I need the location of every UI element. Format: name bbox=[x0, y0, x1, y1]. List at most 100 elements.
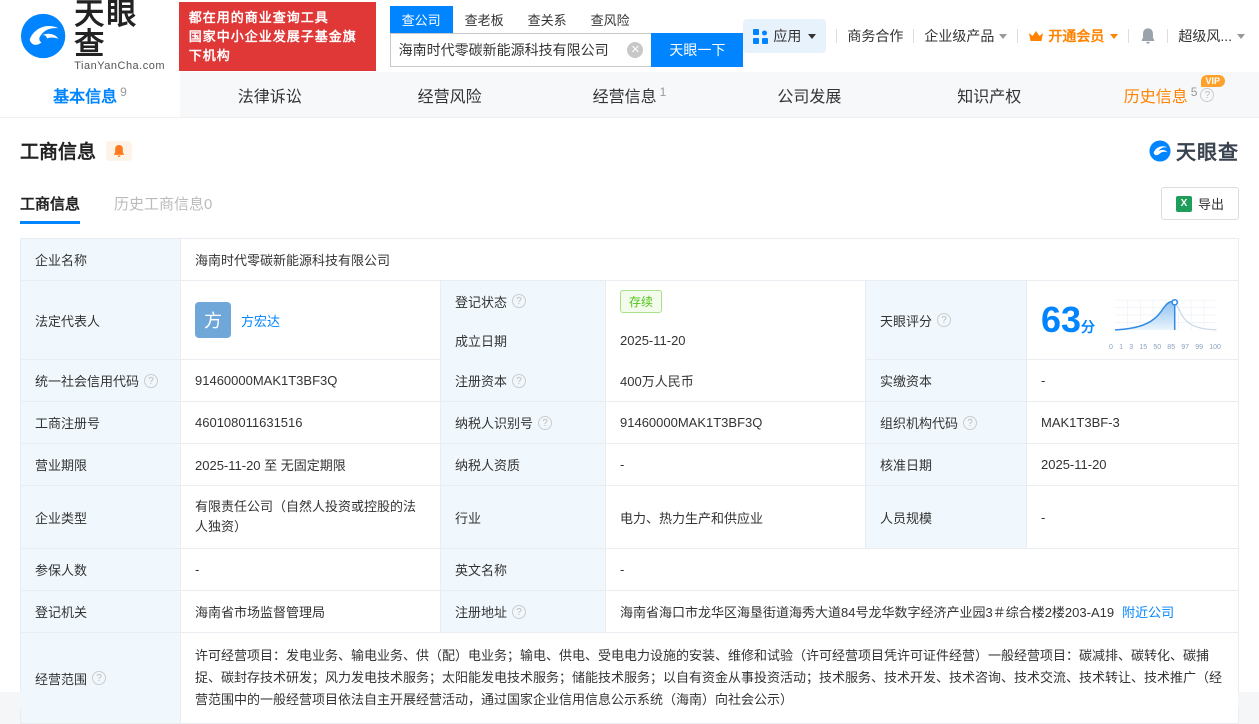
approval-date-label: 核准日期 bbox=[866, 444, 1027, 485]
help-icon[interactable]: ? bbox=[512, 294, 527, 308]
search-button[interactable]: 天眼一下 bbox=[651, 32, 744, 67]
tab-operating-risk[interactable]: 经营风险 bbox=[360, 72, 540, 117]
tab-basic-info[interactable]: 基本信息 9 bbox=[0, 72, 180, 117]
tab-operating-info[interactable]: 经营信息 1 bbox=[540, 72, 720, 117]
table-row: 营业期限 2025-11-20 至 无固定期限 纳税人资质 - 核准日期 202… bbox=[21, 444, 1238, 486]
reg-capital-value: 400万人民币 bbox=[606, 360, 866, 401]
industry-value: 电力、热力生产和供应业 bbox=[606, 486, 866, 548]
status-badge: 存续 bbox=[620, 289, 663, 313]
establish-date-label: 成立日期 bbox=[441, 320, 606, 360]
business-term-value: 2025-11-20 至 无固定期限 bbox=[181, 444, 441, 485]
staff-size-value: - bbox=[1027, 486, 1238, 548]
chevron-down-icon bbox=[1237, 33, 1245, 39]
help-icon[interactable]: ? bbox=[512, 373, 527, 388]
reg-authority-label: 登记机关 bbox=[21, 591, 181, 632]
search-area: 查公司 查老板 查关系 查风险 ✕ 天眼一下 bbox=[389, 5, 744, 67]
help-icon[interactable]: ? bbox=[92, 671, 107, 685]
tianyancha-watermark: 天眼查 bbox=[1149, 136, 1239, 165]
page: 天眼查 TianYanCha.com 都在用的商业查询工具 国家中小企业发展子基… bbox=[0, 0, 1259, 724]
super-risk-menu[interactable]: 超级风... bbox=[1178, 26, 1245, 46]
subtab-business-info[interactable]: 工商信息 bbox=[20, 193, 81, 224]
company-type-value: 有限责任公司（自然人投资或控股的法人独资） bbox=[181, 486, 441, 548]
search-input-box: ✕ bbox=[389, 32, 652, 67]
company-name-value: 海南时代零碳新能源科技有限公司 bbox=[181, 239, 1238, 280]
paid-capital-label: 实缴资本 bbox=[866, 360, 1027, 401]
reg-number-label: 工商注册号 bbox=[21, 402, 181, 443]
search-tab-relation[interactable]: 查关系 bbox=[516, 6, 579, 33]
section-title: 工商信息 bbox=[20, 142, 97, 163]
chevron-down-icon bbox=[808, 33, 817, 39]
business-cooperation-link[interactable]: 商务合作 bbox=[847, 26, 903, 46]
industry-label: 行业 bbox=[441, 486, 606, 548]
staff-size-label: 人员规模 bbox=[866, 486, 1027, 548]
vip-badge: VIP bbox=[1200, 75, 1226, 87]
reg-authority-value: 海南省市场监督管理局 bbox=[181, 591, 441, 632]
table-row: 参保人数 - 英文名称 - bbox=[21, 549, 1238, 591]
business-term-label: 营业期限 bbox=[21, 444, 181, 485]
reg-status-value: 存续 bbox=[606, 281, 866, 321]
taxpayer-id-value: 91460000MAK1T3BF3Q bbox=[606, 402, 866, 443]
org-code-value: MAK1T3BF-3 bbox=[1027, 402, 1238, 443]
monitor-bell-button[interactable] bbox=[106, 140, 133, 161]
open-vip-menu[interactable]: 开通会员 bbox=[1028, 26, 1119, 46]
reg-number-value: 460108011631516 bbox=[181, 402, 441, 443]
apps-menu[interactable]: 应用 bbox=[743, 19, 827, 53]
tianyancha-logo[interactable]: 天眼查 TianYanCha.com bbox=[20, 0, 167, 72]
bell-icon bbox=[1142, 28, 1155, 44]
score-value: 63分 0 1 3 15 50 85 97 99 100 bbox=[1027, 281, 1238, 359]
chevron-down-icon bbox=[999, 33, 1008, 39]
help-icon[interactable]: ? bbox=[144, 373, 159, 388]
insured-value: - bbox=[181, 549, 441, 590]
clear-search-icon[interactable]: ✕ bbox=[627, 41, 644, 58]
business-scope-label: 经营范围 ? bbox=[21, 633, 181, 723]
table-row: 统一社会信用代码 ? 91460000MAK1T3BF3Q 注册资本 ? 400… bbox=[21, 360, 1238, 402]
score-axis-ticks: 0 1 3 15 50 85 97 99 100 bbox=[1109, 343, 1221, 351]
credit-code-value: 91460000MAK1T3BF3Q bbox=[181, 360, 441, 401]
score-label: 天眼评分 ? bbox=[866, 281, 1027, 359]
nearby-companies-link[interactable]: 附近公司 bbox=[1122, 602, 1174, 621]
tab-legal-proceedings[interactable]: 法律诉讼 bbox=[180, 72, 360, 117]
search-tab-boss[interactable]: 查老板 bbox=[453, 6, 516, 33]
tianyancha-logo-icon bbox=[1149, 139, 1171, 162]
table-row: 法定代表人 方 方宏达 登记状态 ? 存续 成立日期 2025-11-20 天眼… bbox=[21, 281, 1238, 360]
org-code-label: 组织机构代码 ? bbox=[866, 402, 1027, 443]
tab-company-development[interactable]: 公司发展 bbox=[719, 72, 899, 117]
avatar[interactable]: 方 bbox=[195, 302, 231, 338]
search-tab-company[interactable]: 查公司 bbox=[389, 5, 453, 33]
company-profile-tabs: 基本信息 9 法律诉讼 经营风险 经营信息 1 公司发展 知识产权 VIP 历史… bbox=[0, 72, 1259, 118]
search-tab-risk[interactable]: 查风险 bbox=[579, 6, 642, 33]
table-row: 企业类型 有限责任公司（自然人投资或控股的法人独资） 行业 电力、热力生产和供应… bbox=[21, 486, 1238, 549]
help-icon[interactable]: ? bbox=[1200, 87, 1215, 102]
subtab-history-business-info[interactable]: 历史工商信息0 bbox=[114, 193, 212, 224]
top-header: 天眼查 TianYanCha.com 都在用的商业查询工具 国家中小企业发展子基… bbox=[0, 0, 1259, 72]
search-input[interactable] bbox=[398, 41, 628, 58]
address-value: 海南省海口市龙华区海垦街道海秀大道84号龙华数字经济产业园3＃综合楼2楼203-… bbox=[606, 591, 1238, 632]
business-info-table: 企业名称 海南时代零碳新能源科技有限公司 法定代表人 方 方宏达 登记状态 ? … bbox=[20, 238, 1239, 724]
tianyancha-logo-icon bbox=[20, 13, 66, 59]
notifications-button[interactable] bbox=[1139, 27, 1157, 45]
legal-rep-link[interactable]: 方宏达 bbox=[241, 311, 280, 330]
help-icon[interactable]: ? bbox=[937, 313, 952, 327]
reg-status-label: 登记状态 ? bbox=[441, 281, 606, 321]
address-label: 注册地址 ? bbox=[441, 591, 606, 632]
enterprise-products-menu[interactable]: 企业级产品 bbox=[924, 26, 1008, 46]
taxpayer-quality-label: 纳税人资质 bbox=[441, 444, 606, 485]
help-icon[interactable]: ? bbox=[538, 415, 553, 430]
export-button[interactable]: X 导出 bbox=[1160, 187, 1239, 220]
tab-history-info[interactable]: VIP 历史信息 5 ? bbox=[1079, 72, 1259, 117]
table-row: 企业名称 海南时代零碳新能源科技有限公司 bbox=[21, 239, 1238, 281]
logo-subtitle: TianYanCha.com bbox=[74, 60, 166, 72]
help-icon[interactable]: ? bbox=[512, 604, 527, 619]
taxpayer-quality-value: - bbox=[606, 444, 866, 485]
help-icon[interactable]: ? bbox=[963, 415, 978, 430]
tab-intellectual-property[interactable]: 知识产权 bbox=[899, 72, 1079, 117]
score-distribution-chart: 0 1 3 15 50 85 97 99 100 bbox=[1109, 290, 1221, 351]
company-type-label: 企业类型 bbox=[21, 486, 181, 548]
apps-grid-icon bbox=[753, 28, 769, 44]
header-right-nav: 应用 商务合作 企业级产品 开通会员 超级风... bbox=[743, 19, 1245, 53]
legal-rep-value: 方 方宏达 bbox=[181, 281, 441, 359]
search-tabs: 查公司 查老板 查关系 查风险 bbox=[389, 5, 744, 33]
establish-date-value: 2025-11-20 bbox=[606, 320, 866, 360]
table-row: 工商注册号 460108011631516 纳税人识别号 ? 91460000M… bbox=[21, 402, 1238, 444]
approval-date-value: 2025-11-20 bbox=[1027, 444, 1238, 485]
